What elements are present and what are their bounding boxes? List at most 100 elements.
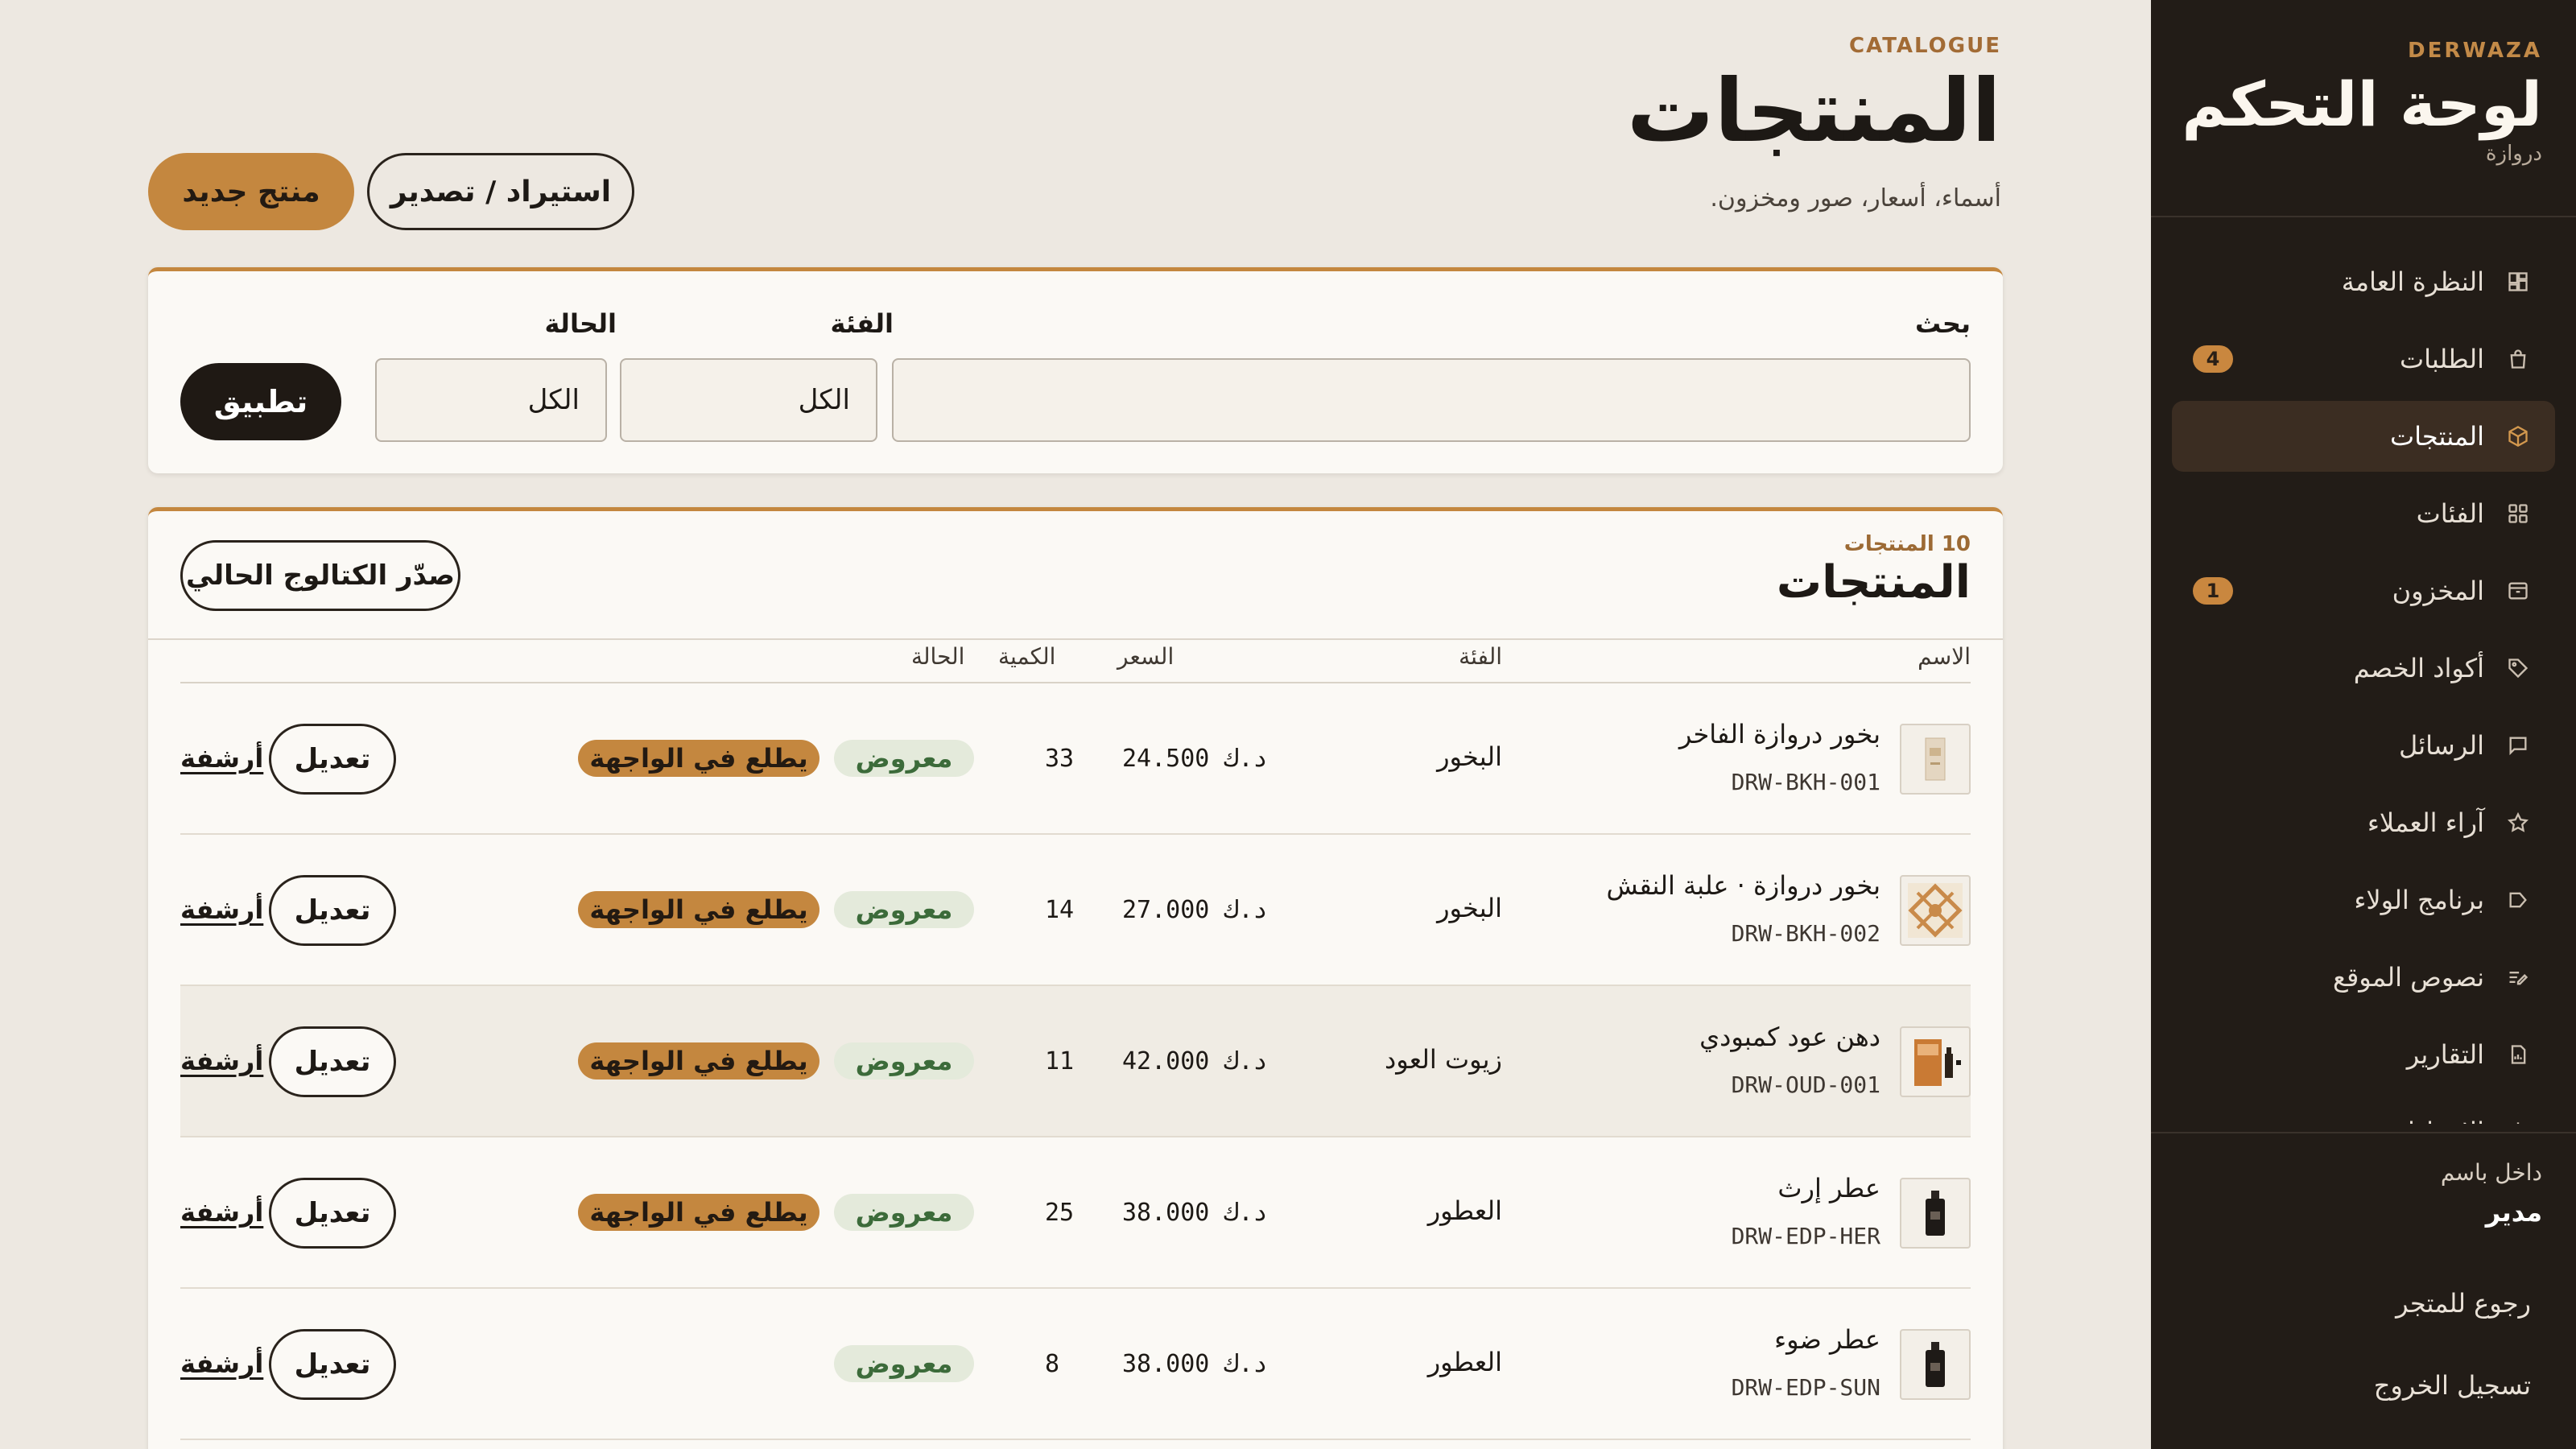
back-to-store-link[interactable]: رجوع للمتجر (2396, 1288, 2531, 1319)
status-badge: معروض (834, 1194, 974, 1231)
sidebar-item-overview[interactable]: النظرة العامة (2172, 246, 2555, 317)
table-row: دهن عود كمبودي DRW-OUD-001 زيوت العود 42… (180, 986, 1971, 1137)
edit-button[interactable]: تعديل (269, 1329, 396, 1400)
archive-link[interactable]: أرشفة (180, 894, 263, 925)
product-sku: DRW-BKH-001 (1731, 769, 1880, 795)
sidebar-item-site-texts[interactable]: نصوص الموقع (2172, 942, 2555, 1013)
product-quantity: 14 (1045, 896, 1075, 924)
product-thumbnail (1900, 1329, 1971, 1400)
product-category: العطور (1427, 1195, 1502, 1226)
product-category: البخور (1437, 893, 1502, 923)
product-category: البخور (1437, 741, 1502, 772)
product-thumbnail (1900, 1178, 1971, 1249)
sidebar-item-orders[interactable]: الطلبات 4 (2172, 324, 2555, 394)
sidebar-item-products[interactable]: المنتجات (2172, 401, 2555, 472)
column-header-category: الفئة (1459, 643, 1502, 670)
product-thumbnail (1900, 724, 1971, 795)
label-icon (2505, 887, 2531, 913)
archive-link[interactable]: أرشفة (180, 743, 263, 774)
sidebar-item-label: الإعدادات (2193, 1117, 2484, 1124)
product-name: بخور دروازة · علبة النقش (1606, 870, 1880, 901)
shopping-bag-icon (2505, 346, 2531, 372)
sidebar-item-label: التقارير (2406, 1039, 2484, 1070)
product-price: 24.500 د.ك (1122, 745, 1268, 773)
export-catalog-button[interactable]: صدّر الكتالوج الحالي (180, 540, 460, 611)
product-quantity: 11 (1045, 1047, 1075, 1075)
product-category: زيوت العود (1384, 1044, 1502, 1075)
status-badge: معروض (834, 891, 974, 928)
featured-badge: يطلع في الواجهة (578, 891, 819, 928)
sidebar-item-loyalty[interactable]: برنامج الولاء (2172, 865, 2555, 935)
gear-icon (2505, 1119, 2531, 1124)
column-header-price: السعر (1117, 643, 1174, 670)
archive-link[interactable]: أرشفة (180, 1348, 263, 1379)
table-row: عطر ضوء DRW-EDP-SUN العطور 38.000 د.ك 8 … (180, 1289, 1971, 1440)
sidebar-nav: النظرة العامة الطلبات 4 المنتجات الفئات (2172, 246, 2555, 1124)
sidebar-item-label: الفئات (2416, 498, 2484, 529)
sidebar-divider (2151, 216, 2576, 217)
sidebar-item-categories[interactable]: الفئات (2172, 478, 2555, 549)
product-sku: DRW-EDP-HER (1731, 1223, 1880, 1249)
sidebar-divider (2151, 1132, 2576, 1133)
sidebar-item-label: آراء العملاء (2367, 807, 2484, 838)
edit-button[interactable]: تعديل (269, 1178, 396, 1249)
table-row: عطر إرث DRW-EDP-HER العطور 38.000 د.ك 25… (180, 1137, 1971, 1289)
logged-in-name: مدير (2485, 1197, 2542, 1228)
product-sku: DRW-EDP-SUN (1731, 1374, 1880, 1401)
products-card-title: المنتجات (1776, 556, 1971, 609)
search-input[interactable] (892, 358, 1971, 442)
sidebar-item-reviews[interactable]: آراء العملاء (2172, 787, 2555, 858)
product-quantity: 25 (1045, 1199, 1075, 1227)
logout-link[interactable]: تسجيل الخروج (2374, 1370, 2531, 1401)
dashboard-icon (2505, 269, 2531, 295)
sidebar-item-messages[interactable]: الرسائل (2172, 710, 2555, 781)
status-badge: معروض (834, 1345, 974, 1382)
sidebar-item-label: الرسائل (2399, 730, 2484, 761)
box-icon (2505, 423, 2531, 449)
status-badge: معروض (834, 740, 974, 777)
grid-icon (2505, 501, 2531, 526)
category-select[interactable]: الكل (620, 358, 877, 442)
product-name: دهن عود كمبودي (1699, 1022, 1880, 1052)
sidebar-item-reports[interactable]: التقارير (2172, 1019, 2555, 1090)
status-select[interactable]: الكل (375, 358, 607, 442)
product-name: بخور دروازة الفاخر (1678, 719, 1880, 749)
products-count: 10 المنتجات (1843, 532, 1971, 556)
sidebar: DERWAZA لوحة التحكم دروازة النظرة العامة… (2151, 0, 2576, 1449)
column-header-status: الحالة (911, 643, 965, 670)
brand-subtitle: دروازة (2485, 141, 2542, 166)
edit-text-icon (2505, 964, 2531, 990)
column-header-quantity: الكمية (998, 643, 1056, 670)
status-badge: معروض (834, 1042, 974, 1080)
apply-filters-button[interactable]: تطبيق (180, 363, 341, 440)
import-export-button[interactable]: استيراد / تصدير (367, 153, 634, 230)
sidebar-item-discount-codes[interactable]: أكواد الخصم (2172, 633, 2555, 704)
product-sku: DRW-BKH-002 (1731, 920, 1880, 947)
logged-in-label: داخل باسم (2440, 1159, 2542, 1186)
edit-button[interactable]: تعديل (269, 875, 396, 946)
sidebar-item-inventory[interactable]: المخزون 1 (2172, 555, 2555, 626)
card-divider (148, 638, 2003, 640)
featured-badge: يطلع في الواجهة (578, 1194, 819, 1231)
archive-link[interactable]: أرشفة (180, 1046, 263, 1076)
featured-badge: يطلع في الواجهة (578, 740, 819, 777)
report-icon (2505, 1042, 2531, 1067)
archive-link[interactable]: أرشفة (180, 1197, 263, 1228)
page-subtitle: أسماء، أسعار، صور ومخزون. (1710, 184, 2001, 213)
status-label: الحالة (544, 308, 617, 339)
product-price: 38.000 د.ك (1122, 1350, 1268, 1378)
edit-button[interactable]: تعديل (269, 724, 396, 795)
chat-icon (2505, 733, 2531, 758)
archive-icon (2505, 578, 2531, 604)
product-name: عطر إرث (1777, 1173, 1880, 1203)
sidebar-item-settings[interactable]: الإعدادات (2172, 1096, 2555, 1124)
filter-card: بحث الفئة الكل الحالة الكل تطبيق (148, 267, 2003, 473)
sidebar-item-label: أكواد الخصم (2353, 653, 2484, 683)
new-product-button[interactable]: منتج جديد (148, 153, 354, 230)
product-price: 27.000 د.ك (1122, 896, 1268, 924)
edit-button[interactable]: تعديل (269, 1026, 396, 1097)
sidebar-item-label: نصوص الموقع (2332, 962, 2484, 993)
tag-icon (2505, 655, 2531, 681)
products-card: 10 المنتجات المنتجات صدّر الكتالوج الحال… (148, 507, 2003, 1449)
product-thumbnail (1900, 1026, 1971, 1097)
